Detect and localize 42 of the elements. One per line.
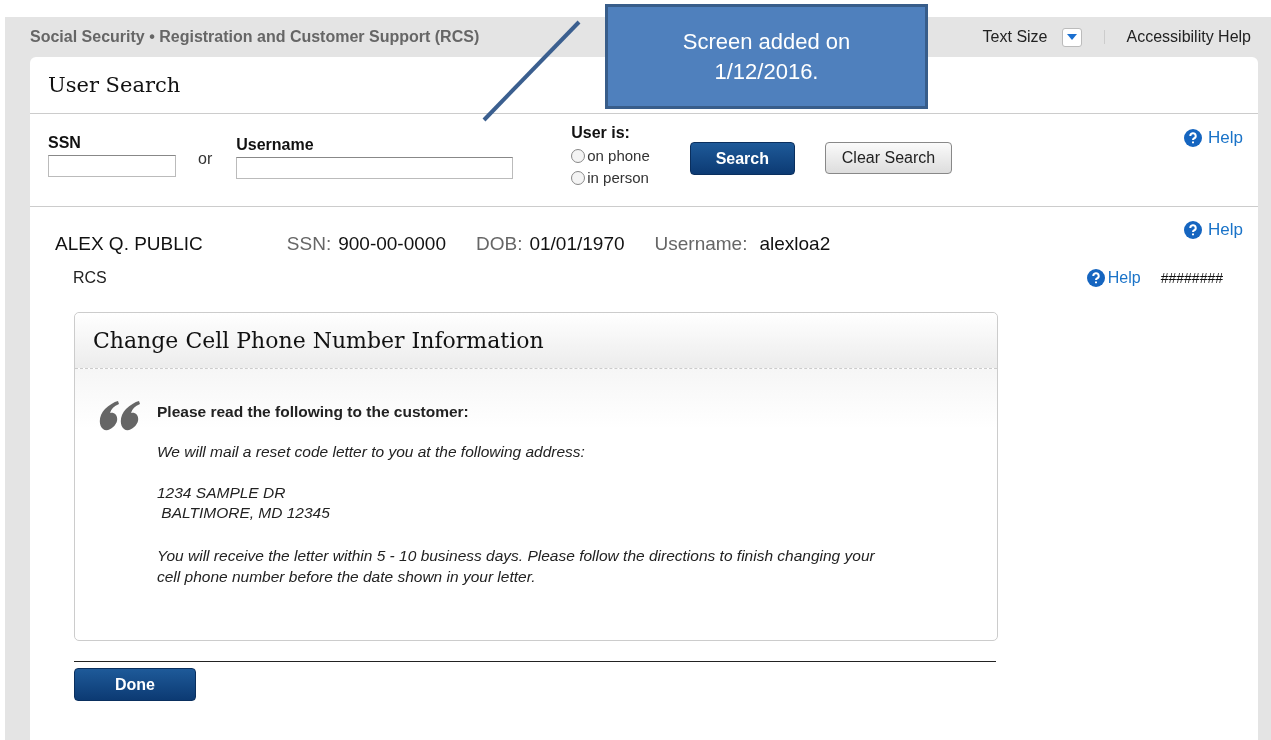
masked-value: ######## [1160,270,1223,286]
closing-text: You will receive the letter within 5 - 10 business days. Please follow the directions to finish changing your cell phone number before the date shown in your letter. [157,546,876,587]
dob-label: DOB: [475,233,523,255]
username-field-label: Username: [654,233,748,255]
text-size-label: Text Size [982,28,1048,46]
clear-search-button[interactable]: Clear Search [824,142,953,174]
radio-option[interactable]: on phone [571,147,650,164]
rcs-label: RCS [73,269,108,287]
ssn-label: SSN [48,134,82,152]
callout-text: Screen added on [682,27,851,56]
radio-option[interactable]: in person [571,169,650,186]
help-link[interactable]: Help [1184,128,1243,148]
dob-value: 01/01/1970 [529,233,625,255]
ssn-field-label: SSN: [286,233,332,255]
ssn-value: 900-00-0000 [338,233,446,255]
user-is-label: User is: [571,124,631,142]
help-link[interactable]: Help [1184,220,1243,240]
callout-text: 1/12/2016. [714,57,819,86]
radio-button[interactable] [571,148,586,163]
address-line: 1234 SAMPLE DR [157,483,287,503]
username-input-field[interactable] [236,157,514,179]
radio-button[interactable] [571,170,586,185]
username-value: alexloa2 [759,233,831,255]
or-label: or [198,150,213,168]
help-icon [1086,269,1105,287]
site-title: Social Security • Registration and Customer Support (RCS) [30,28,480,46]
done-button[interactable]: Done [74,668,196,701]
help-link[interactable]: Help [1086,269,1141,287]
search-button[interactable]: Search [689,142,795,175]
ssn-input-field[interactable] [48,155,176,177]
username-label: Username [236,136,315,154]
address-line: BALTIMORE, MD 12345 [160,503,331,523]
text-size-dropdown[interactable] [1061,27,1082,47]
customer-name: ALEX Q. PUBLIC [55,233,203,255]
help-icon [1184,221,1203,239]
script-text: We will mail a reset code letter to you at the following address: [157,443,586,461]
page-title: User Search [48,73,181,97]
panel-title: Change Cell Phone Number Information [93,328,544,353]
help-icon [1184,129,1203,147]
caret-icon [1066,34,1077,40]
instruction-text: Please read the following to the customer: [157,403,470,421]
accessibility-help-link[interactable]: Accessibility Help [1126,28,1251,46]
